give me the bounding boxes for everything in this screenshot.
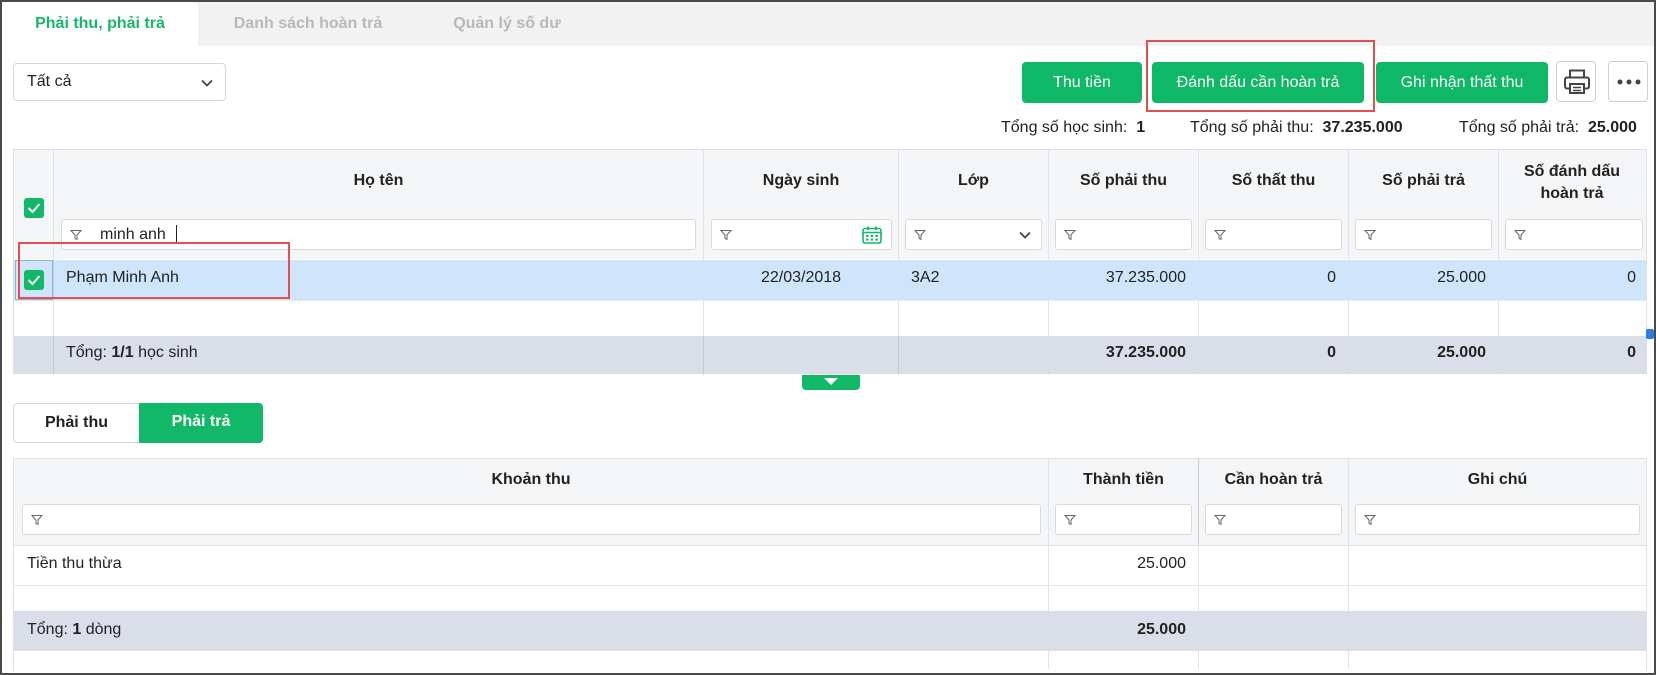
total-students-value: 1 — [1136, 119, 1146, 136]
cell-student-name: Phạm Minh Anh — [66, 269, 179, 286]
filter-icon — [70, 230, 82, 241]
name-filter-input[interactable]: minh anh — [61, 219, 696, 250]
col-header-refund: Cần hoàn trả — [1224, 471, 1323, 488]
total-prefix: Tổng: — [66, 344, 107, 361]
total-count: 1/1 — [111, 344, 134, 361]
filter-icon — [1364, 230, 1376, 241]
col-header-dob: Ngày sinh — [762, 172, 840, 189]
cell-marked-refund: 0 — [1627, 269, 1636, 286]
total-payable-summary: Tổng số phải trả: 25.000 — [1459, 119, 1637, 141]
mark-refund-button[interactable]: Đánh dấu cần hoàn trả — [1152, 62, 1364, 103]
tab-refund-list[interactable]: Danh sách hoàn trả — [208, 2, 408, 46]
student-grid: Họ tên Ngày sinh Lớp Số phải thu Số thất… — [13, 149, 1647, 375]
filter-icon — [1214, 230, 1226, 241]
detail-total-amount: 25.000 — [1137, 621, 1186, 638]
col-header-loss: Số thất thu — [1231, 172, 1316, 189]
col-header-payable: Số phải trả — [1382, 172, 1465, 189]
chevron-down-icon — [201, 79, 213, 87]
print-button[interactable] — [1556, 61, 1596, 102]
text-cursor — [176, 225, 177, 244]
class-filter-select[interactable] — [905, 219, 1042, 250]
col-header-receivable: Số phải thu — [1079, 172, 1168, 189]
total-receivable-value: 37.235.000 — [1322, 119, 1403, 136]
detail-total-prefix: Tổng: — [27, 621, 68, 638]
cell-dob: 22/03/2018 — [760, 269, 842, 286]
amount-filter-input[interactable] — [1055, 504, 1192, 535]
total-receivable-label: Tổng số phải thu: — [1190, 119, 1314, 136]
filter-icon — [914, 230, 926, 241]
total-loss: 0 — [1327, 344, 1336, 361]
total-students-summary: Tổng số học sinh: 1 — [1001, 119, 1145, 141]
note-filter-input[interactable] — [1355, 504, 1640, 535]
dob-filter-input[interactable] — [711, 219, 892, 250]
tab-receivable-payable[interactable]: Phải thu, phải trả — [2, 2, 198, 46]
total-receivable-summary: Tổng số phải thu: 37.235.000 — [1190, 119, 1403, 141]
detail-grid: Khoản thu Thành tiền Cần hoàn trả Ghi ch… — [13, 458, 1647, 671]
collapse-toggle[interactable] — [802, 375, 860, 390]
detail-total-suffix: dòng — [85, 621, 122, 638]
subtab-receivable[interactable]: Phải thu — [13, 403, 139, 443]
receivable-filter-input[interactable] — [1055, 219, 1192, 250]
check-icon — [27, 275, 41, 286]
cell-loss: 0 — [1327, 269, 1336, 286]
more-options-button[interactable] — [1608, 61, 1648, 102]
select-all-checkbox[interactable] — [24, 198, 44, 218]
refund-filter-input[interactable] — [1205, 504, 1342, 535]
filter-icon — [1514, 230, 1526, 241]
col-header-marked-refund: Số đánh dấu hoàn trả — [1524, 163, 1620, 202]
detail-total-label: Tổng: 1 dòng — [27, 621, 527, 639]
total-payable-value: 25.000 — [1587, 119, 1637, 136]
filter-icon — [1364, 515, 1376, 526]
name-filter-value: minh anh — [100, 226, 166, 243]
filter-icon — [31, 515, 43, 526]
chevron-down-icon — [1019, 231, 1031, 239]
check-icon — [27, 203, 41, 214]
filter-icon — [720, 230, 732, 241]
row-checkbox[interactable] — [24, 270, 44, 290]
total-students-label: Tổng số học sinh: — [1001, 119, 1128, 136]
total-receivable: 37.235.000 — [1105, 344, 1186, 361]
subtab-payable[interactable]: Phải trả — [139, 403, 263, 443]
cell-payable: 25.000 — [1437, 269, 1486, 286]
loss-filter-input[interactable] — [1205, 219, 1342, 250]
detail-total-count: 1 — [72, 621, 82, 638]
student-total-label: Tổng: 1/1 học sinh — [66, 344, 566, 362]
payable-filter-input[interactable] — [1355, 219, 1492, 250]
filter-icon — [1064, 515, 1076, 526]
status-filter-select[interactable]: Tất cả — [13, 63, 226, 101]
col-header-class: Lớp — [958, 172, 989, 189]
collect-payment-button[interactable]: Thu tiền — [1022, 62, 1142, 103]
filter-icon — [1064, 230, 1076, 241]
item-filter-input[interactable] — [22, 504, 1041, 535]
calendar-icon — [862, 226, 882, 244]
col-header-name: Họ tên — [353, 172, 404, 189]
total-payable: 25.000 — [1437, 344, 1486, 361]
caret-down-icon — [824, 378, 838, 385]
tab-bar: Phải thu, phải trả Danh sách hoàn trả Qu… — [2, 2, 1654, 46]
cell-receivable: 37.235.000 — [1105, 269, 1186, 286]
record-loss-button[interactable]: Ghi nhận thất thu — [1376, 62, 1548, 103]
filter-icon — [1214, 515, 1226, 526]
tab-balance-management[interactable]: Quản lý số dư — [412, 2, 602, 46]
cell-amount: 25.000 — [1137, 555, 1186, 572]
col-header-note: Ghi chú — [1467, 471, 1528, 488]
more-dots-icon — [1617, 79, 1641, 85]
total-suffix: học sinh — [138, 344, 198, 361]
col-header-item: Khoản thu — [491, 471, 571, 488]
cell-item-name: Tiền thu thừa — [27, 555, 122, 572]
status-filter-value: Tất cả — [27, 73, 72, 90]
cell-class: 3A2 — [911, 269, 940, 286]
total-payable-label: Tổng số phải trả: — [1459, 119, 1580, 136]
marked-refund-filter-input[interactable] — [1505, 219, 1643, 250]
printer-icon — [1564, 69, 1590, 94]
scrollbar-thumb[interactable] — [1646, 329, 1654, 339]
total-marked-refund: 0 — [1627, 344, 1636, 361]
col-header-amount: Thành tiền — [1083, 471, 1164, 488]
